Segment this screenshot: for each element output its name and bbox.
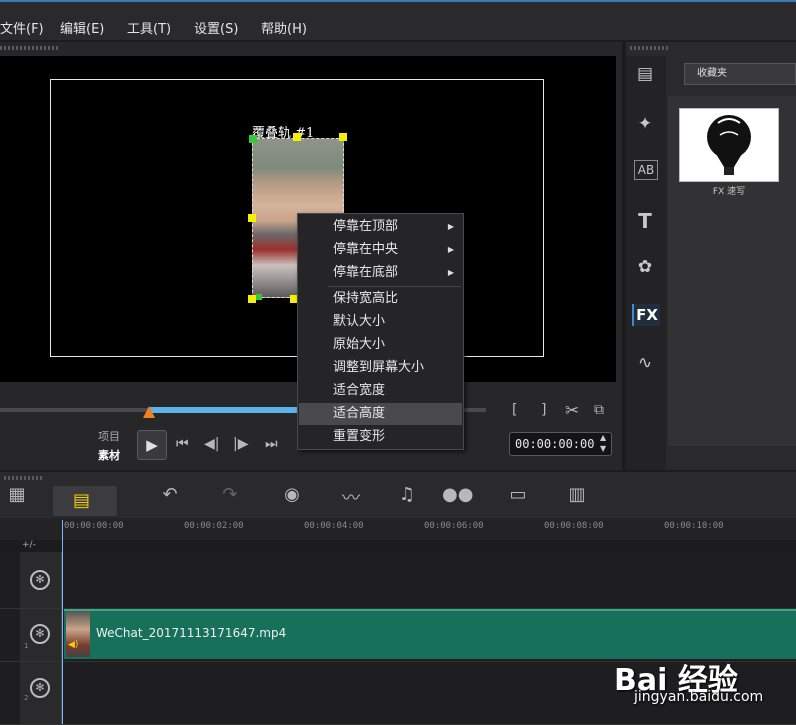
playhead[interactable] [62, 520, 63, 724]
auto-music-icon[interactable]: ♫ [392, 484, 422, 505]
menu-item-label: 停靠在底部 [333, 265, 399, 280]
menu-edit[interactable]: 编辑(E) [60, 18, 104, 37]
library-folder-dropdown[interactable]: 收藏夹 [684, 63, 796, 85]
copy-icon[interactable]: ⧉ [594, 402, 604, 418]
path-icon[interactable]: ∿ [632, 352, 658, 374]
ruler-tick: 00:00:04:00 [304, 521, 364, 531]
track-number: 1 [24, 642, 29, 650]
multi-camera-icon[interactable]: ▥ [562, 484, 592, 505]
menu-tools[interactable]: 工具(T) [127, 18, 171, 37]
submenu-arrow-icon: ▶ [447, 268, 454, 277]
fx-thumbnail-caption: FX 速写 [712, 187, 746, 197]
timeline-view-icon[interactable]: ▦ [2, 484, 32, 505]
ruler-tick: 00:00:10:00 [664, 521, 724, 531]
step-back-icon[interactable]: ◀| [204, 436, 219, 452]
watermark-url: jingyan.baidu.com [634, 689, 764, 705]
title-t-icon[interactable]: T [632, 210, 658, 232]
resize-handle[interactable] [248, 295, 256, 303]
storyboard-icon: ▤ [73, 490, 91, 511]
scissors-icon[interactable]: ✂ [565, 401, 579, 421]
undo-icon[interactable]: ↶ [155, 484, 185, 505]
ruler-tick: 00:00:06:00 [424, 521, 484, 531]
fx-filter-icon[interactable]: FX [632, 304, 660, 326]
subtitle-editor-icon[interactable]: ▭ [503, 484, 533, 505]
resize-handle[interactable] [293, 133, 301, 141]
menu-help[interactable]: 帮助(H) [261, 18, 307, 37]
menu-bar: 文件(F) 编辑(E) 工具(T) 设置(S) 帮助(H) [0, 0, 796, 40]
clip-name: WeChat_20171113171647.mp4 [96, 626, 287, 640]
scrubber-thumb[interactable] [143, 406, 155, 418]
panel-grip[interactable] [4, 476, 44, 480]
add-remove-tracks[interactable]: +/- [22, 540, 36, 550]
ruler-tick: 00:00:08:00 [544, 521, 604, 531]
menu-item-keep-aspect[interactable]: 保持宽高比 [299, 288, 462, 310]
skip-start-icon[interactable]: ⏮ [176, 436, 189, 452]
timecode-field[interactable]: 00:00:00:00 [509, 432, 612, 456]
ruler-tick: 00:00:00:00 [64, 521, 124, 531]
menu-file[interactable]: 文件(F) [0, 18, 44, 37]
menu-item-dock-center[interactable]: 停靠在中央 ▶ [299, 239, 462, 261]
reel-icon[interactable]: ✻ [30, 678, 50, 698]
scrubber-range [150, 407, 300, 413]
storyboard-view-button[interactable]: ▤ [53, 486, 117, 516]
title-ab-icon[interactable]: AB [634, 160, 658, 180]
submenu-arrow-icon: ▶ [447, 245, 454, 254]
reel-icon[interactable]: ✻ [30, 624, 50, 644]
context-menu: 停靠在顶部 ▶ 停靠在中央 ▶ 停靠在底部 ▶ 保持宽高比 默认大小 原始大小 调整到… [297, 213, 464, 450]
ruler-tick: 00:00:02:00 [184, 521, 244, 531]
menu-item-original-size[interactable]: 原始大小 [299, 334, 462, 356]
menu-item-label: 停靠在中央 [333, 242, 399, 257]
track-number: 2 [24, 694, 29, 702]
motion-track-icon[interactable]: ●● [442, 484, 473, 505]
mode-clip-label[interactable]: 素材 [98, 447, 120, 463]
skip-end-icon[interactable]: ⏭ [265, 436, 278, 452]
clip-thumbnail [66, 611, 90, 657]
media-icon[interactable]: ▤ [632, 63, 658, 85]
menu-item-default-size[interactable]: 默认大小 [299, 311, 462, 333]
audio-icon: ◀) [68, 640, 79, 650]
fx-sketch-thumbnail[interactable] [679, 108, 779, 182]
reel-icon[interactable]: ✻ [30, 570, 50, 590]
menu-item-reset-transform[interactable]: 重置变形 [299, 426, 462, 448]
timecode-down-icon[interactable]: ▼ [600, 444, 606, 453]
menu-item-fit-width[interactable]: 适合宽度 [299, 380, 462, 402]
timecode-up-icon[interactable]: ▲ [600, 433, 606, 442]
play-button[interactable]: ▶ [137, 430, 167, 460]
menu-item-label: 停靠在顶部 [333, 219, 399, 234]
menu-settings[interactable]: 设置(S) [194, 18, 238, 37]
record-capture-icon[interactable]: ◉ [277, 484, 307, 505]
panel-grip[interactable] [0, 46, 60, 50]
menu-item-fit-height[interactable]: 适合高度 [299, 403, 462, 425]
mark-in-icon[interactable]: [ [512, 402, 517, 418]
step-forward-icon[interactable]: |▶ [233, 436, 248, 452]
title-track[interactable] [0, 552, 796, 609]
menu-item-fit-screen[interactable]: 调整到屏幕大小 [299, 357, 462, 379]
panel-grip[interactable] [630, 46, 670, 50]
menu-separator [328, 286, 461, 287]
balloon-sketch-icon [707, 115, 751, 175]
redo-icon[interactable]: ↷ [215, 484, 245, 505]
transition-icon[interactable]: ✦ [632, 113, 658, 135]
graphics-icon[interactable]: ✿ [632, 256, 658, 278]
menu-item-dock-bottom[interactable]: 停靠在底部 ▶ [299, 262, 462, 284]
resize-handle[interactable] [248, 214, 256, 222]
submenu-arrow-icon: ▶ [447, 222, 454, 231]
mode-project-label[interactable]: 项目 [98, 428, 120, 444]
mark-out-icon[interactable]: ] [541, 402, 546, 418]
corner-handle[interactable] [249, 135, 257, 143]
corner-handle[interactable] [256, 294, 262, 300]
menu-item-dock-top[interactable]: 停靠在顶部 ▶ [299, 216, 462, 238]
audio-mixer-icon[interactable]: 〰 [336, 484, 366, 510]
resize-handle[interactable] [339, 133, 347, 141]
